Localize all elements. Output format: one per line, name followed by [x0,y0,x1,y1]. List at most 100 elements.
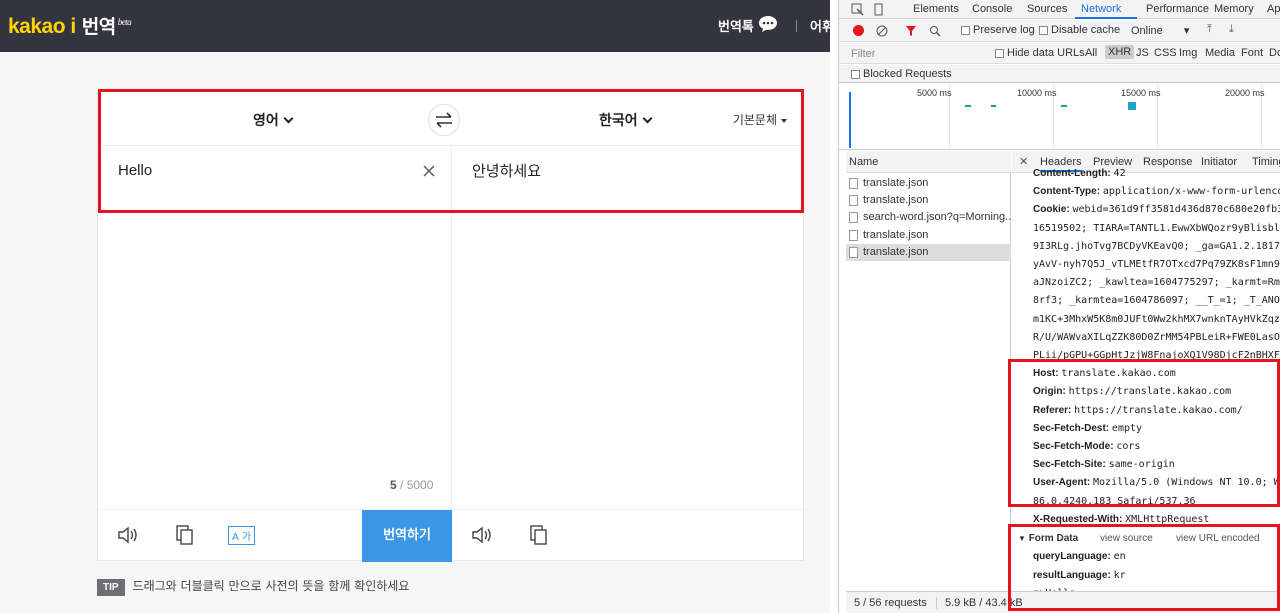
tab-timing[interactable]: Timing [1252,156,1280,168]
tab-initiator[interactable]: Initiator [1201,156,1237,168]
header-row: m1KC+3MhxW5K8m0JUFt0Ww2khMX7wnknTAyHVkZq… [1033,314,1280,325]
network-timeline[interactable]: 5000 ms 10000 ms 15000 ms 20000 ms [839,84,1280,150]
hide-data-urls-label: Hide data URLs [1007,47,1085,59]
header-value: 9I3RLg.jhoTvg7BCDyVKEavQ0; _ga=GA1.2.181… [1033,240,1280,252]
search-icon[interactable] [929,25,941,37]
record-icon[interactable] [853,25,864,36]
timeline-label: 10000 ms [1017,88,1057,98]
filter-bar: Filter Hide data URLs All XHR JS CSS Img… [839,43,1280,64]
header-row: 9I3RLg.jhoTvg7BCDyVKEavQ0; _ga=GA1.2.181… [1033,241,1280,252]
timeline-bar [1128,102,1136,110]
tab-application[interactable]: Ap [1267,3,1280,15]
filter-icon[interactable] [905,25,917,37]
checkbox-box [961,25,970,35]
hide-data-urls-checkbox[interactable]: Hide data URLs [995,47,1085,59]
header-row: aJNzoiZC2; _kawltea=1604775297; _karmt=R… [1033,277,1280,288]
request-row[interactable]: search-word.json?q=Morning... [846,209,1011,226]
highlight-box [1008,359,1280,507]
tip-row: TIP 드래그와 더블클릭 만으로 사전의 뜻을 함께 확인하세요 [97,577,409,596]
type-js[interactable]: JS [1136,47,1149,59]
type-font[interactable]: Font [1241,47,1263,59]
request-list: Name translate.json translate.json searc… [846,151,1011,591]
disable-cache-checkbox[interactable]: Disable cache [1039,24,1120,36]
type-media[interactable]: Media [1205,47,1235,59]
header-value: 16519502; TIARA=TANTL1.EwwXbWQozr9yBlisb… [1033,222,1280,234]
timeline-bar [965,105,971,107]
request-name: translate.json [863,194,929,206]
header-key: Content-Length: [1033,168,1111,179]
throttle-select[interactable]: Online ▾ [1131,24,1189,37]
blocked-requests-label: Blocked Requests [863,68,952,80]
inspect-icon[interactable] [851,3,864,16]
network-toolbar: Preserve log Disable cache Online ▾ ⤒ ⤓ [839,20,1280,42]
kakao-logo[interactable]: kakao i 번역 beta [8,12,132,39]
filter-input[interactable]: Filter [851,48,875,60]
header-row: Cookie: webid=361d9ff3581d436d870c680e20… [1033,204,1280,215]
clear-icon[interactable] [876,25,888,37]
timeline-bar [1061,105,1067,107]
type-img[interactable]: Img [1179,47,1197,59]
header-value: 42 [1113,168,1126,179]
tab-network[interactable]: Network [1081,3,1121,15]
tab-preview[interactable]: Preview [1093,156,1132,168]
tab-performance[interactable]: Performance [1146,3,1209,15]
header-key: Cookie: [1033,204,1070,216]
request-name: search-word.json?q=Morning... [863,211,1011,223]
request-name: translate.json [863,229,929,241]
request-row[interactable]: translate.json [846,175,1011,192]
preserve-log-checkbox[interactable]: Preserve log [961,24,1035,36]
header-row: yAvV-nyh7Q5J_vTLMEtfR7OTxcd7Pq79ZK8sF1mn… [1033,259,1280,270]
tab-console[interactable]: Console [972,3,1012,15]
export-icon[interactable]: ⤓ [1229,23,1234,36]
type-xhr[interactable]: XHR [1105,45,1135,59]
timeline-label: 5000 ms [917,88,952,98]
speaker-icon[interactable] [470,524,494,546]
blocked-requests-checkbox[interactable]: Blocked Requests [851,68,952,80]
device-toolbar-icon[interactable] [872,3,885,16]
header-value: R/U/WAWvaXILqZZK80D0ZrMM54PBLeiR+FWE0Las… [1033,331,1280,343]
tab-elements[interactable]: Elements [913,3,959,15]
file-icon [849,194,858,206]
active-tab-indicator [1075,17,1137,19]
checkbox-box [995,48,1004,58]
header-row: 16519502; TIARA=TANTL1.EwwXbWQozr9yBlisb… [1033,223,1280,234]
tab-sources[interactable]: Sources [1027,3,1067,15]
header-value: yAvV-nyh7Q5J_vTLMEtfR7OTxcd7Pq79ZK8sF1mn… [1033,259,1280,270]
copy-icon[interactable] [172,524,196,546]
header-key: Content-Type: [1033,186,1101,198]
header-value: m1KC+3MhxW5K8m0JUFt0Ww2khMX7wnknTAyHVkZq… [1033,313,1280,325]
char-count: 5 / 5000 [390,478,433,492]
highlight-box [98,89,804,213]
import-icon[interactable]: ⤒ [1207,23,1212,36]
type-css[interactable]: CSS [1154,47,1177,59]
close-icon[interactable]: ✕ [1019,155,1028,168]
char-count-current: 5 [390,478,397,492]
vocab-link[interactable]: 어휘 [810,16,830,35]
chat-bubble-icon[interactable] [758,15,778,33]
header-value: 8rf3; _karmtea=1604786097; __T_=1; _T_AN… [1033,295,1280,307]
font-size-button[interactable]: A 가 [228,526,256,545]
type-doc[interactable]: Doc [1269,47,1280,59]
logo-kr: 번역 [81,17,116,38]
timeline-bar [991,105,996,107]
logo-main: kakao i [8,15,76,38]
translate-button[interactable]: 번역하기 [362,510,452,562]
request-row-selected[interactable]: translate.json [846,244,1011,261]
request-name: translate.json [863,177,929,189]
header-separator [796,20,797,32]
timeline-label: 15000 ms [1121,88,1161,98]
type-all[interactable]: All [1085,47,1097,59]
file-icon [849,229,858,241]
speaker-icon[interactable] [116,524,140,546]
request-row[interactable]: translate.json [846,227,1011,244]
name-column-header[interactable]: Name [846,151,1011,173]
caret-down-icon: ▾ [1183,25,1190,37]
tab-memory[interactable]: Memory [1214,3,1254,15]
request-name: translate.json [863,246,929,258]
top-bar: kakao i 번역 beta 번역톡 어휘 [0,0,830,52]
copy-icon[interactable] [526,524,550,546]
logo-beta: beta [117,17,132,27]
translate-talk-link[interactable]: 번역톡 [718,16,754,35]
request-row[interactable]: translate.json [846,192,1011,209]
tab-response[interactable]: Response [1143,156,1193,168]
